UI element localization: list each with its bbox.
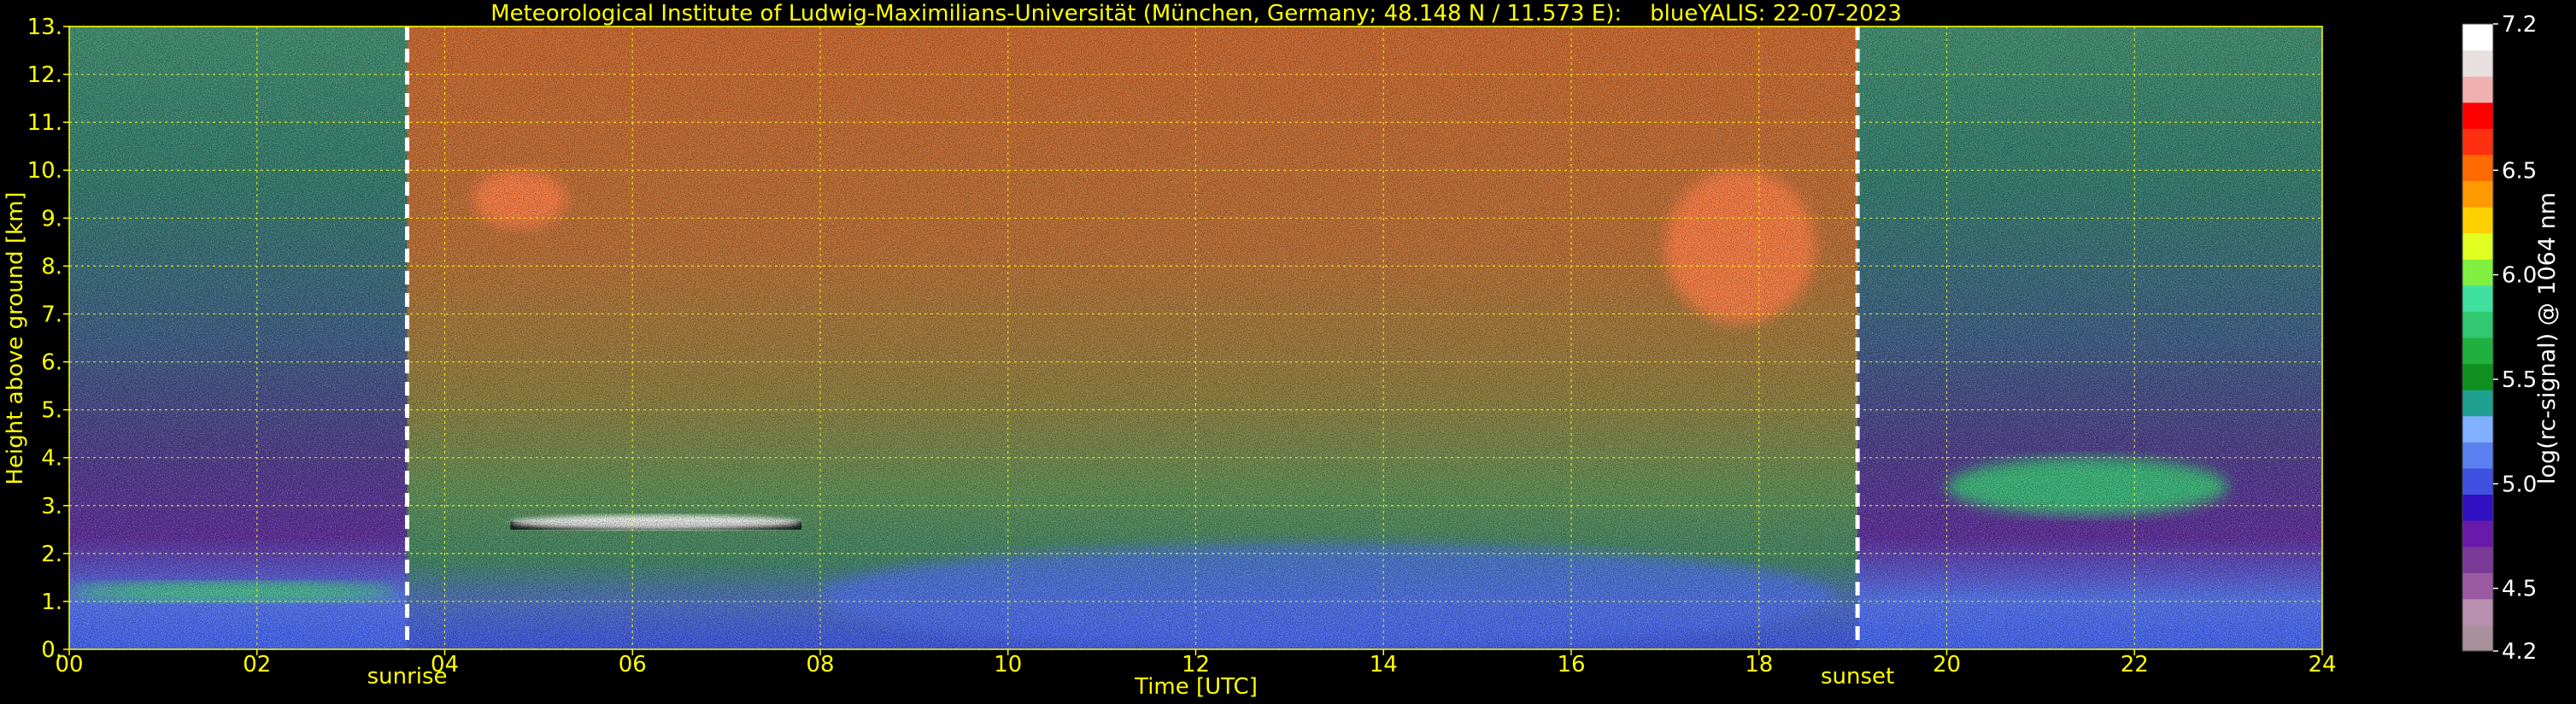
x-tick-label: 24 <box>2308 652 2336 678</box>
colorbar-tick-label: 7.2 <box>2502 12 2537 38</box>
y-tick-label: 2. <box>41 542 62 567</box>
lidar-chart: Meteorological Institute of Ludwig-Maxim… <box>3 1 2561 700</box>
colorbar-swatch <box>2462 128 2493 155</box>
y-tick-label: 10. <box>27 158 62 184</box>
colorbar-swatch <box>2462 311 2493 338</box>
colorbar-tick-label: 6.5 <box>2502 158 2537 184</box>
x-tick-label: 10 <box>994 652 1022 678</box>
colorbar-swatch <box>2462 363 2493 390</box>
colorbar-swatch <box>2462 50 2493 77</box>
plot-area <box>69 26 2322 649</box>
colorbar: 4.2 4.5 5.0 5.5 6.0 6.5 7.2 log(rc-signal) @ 1… <box>2462 12 2561 665</box>
x-tick-label: 08 <box>806 652 834 678</box>
colorbar-swatch <box>2462 572 2493 600</box>
sunset-label: sunset <box>1821 664 1894 689</box>
y-tick-label: 0. <box>41 637 62 663</box>
colorbar-swatch <box>2462 598 2493 625</box>
y-tick-label: 7. <box>41 302 62 327</box>
colorbar-swatch <box>2462 390 2493 417</box>
colorbar-tick-label: 5.5 <box>2502 367 2537 393</box>
colorbar-swatch <box>2462 520 2493 548</box>
colorbar-swatch <box>2462 494 2493 521</box>
x-tick-label: 14 <box>1370 652 1398 678</box>
colorbar-label: log(rc-signal) @ 1064 nm <box>2534 192 2561 484</box>
colorbar-swatch <box>2462 76 2493 103</box>
colorbar-swatch <box>2462 207 2493 234</box>
colorbar-swatch <box>2462 154 2493 181</box>
y-tick-label: 1. <box>41 590 62 615</box>
y-tick-label: 8. <box>41 254 62 279</box>
colorbar-swatch <box>2462 546 2493 573</box>
colorbar-swatch <box>2462 24 2493 51</box>
x-axis-label: Time [UTC] <box>1134 674 1258 700</box>
colorbar-tick-label: 6.0 <box>2502 263 2537 289</box>
x-tick-label: 18 <box>1745 652 1773 678</box>
colorbar-swatch <box>2462 180 2493 208</box>
y-tick-label: 9. <box>41 206 62 232</box>
y-tick-label: 4. <box>41 446 62 472</box>
colorbar-swatch <box>2462 337 2493 365</box>
x-tick-label: 06 <box>619 652 647 678</box>
y-tick-label: 6. <box>41 350 62 376</box>
chart-title: Meteorological Institute of Ludwig-Maxim… <box>490 1 1902 26</box>
x-tick-label: 02 <box>243 652 271 678</box>
colorbar-swatch <box>2462 415 2493 443</box>
y-axis-label: Height above ground [km] <box>3 191 28 484</box>
y-tick-label: 12. <box>27 62 62 88</box>
colorbar-swatch <box>2462 625 2493 652</box>
colorbar-swatch <box>2462 285 2493 312</box>
colorbar-tick-label: 5.0 <box>2502 472 2537 497</box>
x-tick-label: 16 <box>1557 652 1585 678</box>
y-tick-label: 3. <box>41 494 62 519</box>
colorbar-tick-label: 4.2 <box>2502 639 2537 665</box>
colorbar-tick-label: 4.5 <box>2502 577 2537 602</box>
colorbar-swatch <box>2462 102 2493 129</box>
y-ticks: 0. 1. 2. 3. 4. 5. 6. 7. 8. 9. 10. 11. 12. 13. <box>27 15 69 663</box>
colorbar-ticks: 4.2 4.5 5.0 5.5 6.0 6.5 7.2 <box>2493 12 2537 665</box>
colorbar-swatch <box>2462 259 2493 286</box>
annotations: sunrise sunset <box>367 664 1895 689</box>
y-tick-label: 13. <box>27 15 62 40</box>
sunrise-label: sunrise <box>367 664 448 689</box>
colorbar-swatch <box>2462 467 2493 495</box>
x-tick-label: 22 <box>2121 652 2149 678</box>
colorbar-swatches <box>2462 24 2493 652</box>
y-tick-label: 11. <box>27 110 62 136</box>
x-tick-label: 12 <box>1182 652 1210 678</box>
colorbar-swatch <box>2462 442 2493 469</box>
colorbar-swatch <box>2462 232 2493 260</box>
y-tick-label: 5. <box>41 398 62 424</box>
x-tick-label: 20 <box>1933 652 1961 678</box>
